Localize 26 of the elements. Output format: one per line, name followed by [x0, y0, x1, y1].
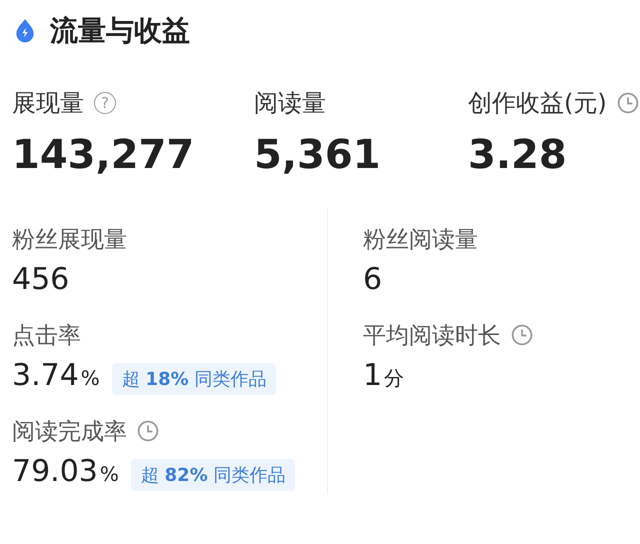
- stat-value: 3.74: [12, 358, 79, 393]
- stat-value: 6: [363, 262, 382, 297]
- help-icon[interactable]: ?: [94, 92, 116, 114]
- stat-label: 阅读完成率: [12, 418, 127, 446]
- stat-value: 1: [363, 358, 382, 393]
- stat-label: 粉丝展现量: [12, 226, 127, 254]
- stat-value: 456: [12, 262, 70, 297]
- clock-icon[interactable]: [511, 324, 533, 346]
- stat-label: 平均阅读时长: [363, 322, 501, 350]
- stat-unit: 分: [384, 365, 404, 392]
- stat-value: 3.28: [468, 131, 568, 180]
- stat-label: 阅读量: [254, 88, 326, 119]
- stat-label: 粉丝阅读量: [363, 226, 478, 254]
- comparison-tag: 超 82% 同类作品: [130, 459, 296, 491]
- comparison-tag: 超 18% 同类作品: [112, 363, 276, 395]
- clock-icon[interactable]: [137, 420, 159, 442]
- stat-value: 5,361: [254, 131, 382, 180]
- stat-value: 143,277: [12, 131, 196, 180]
- stat-label: 创作收益(元): [468, 88, 607, 119]
- stat-unit: %: [80, 366, 100, 390]
- section-title: 流量与收益: [50, 13, 190, 49]
- stat-label: 展现量: [12, 88, 84, 119]
- stat-label: 点击率: [12, 322, 81, 350]
- stat-unit: %: [100, 462, 119, 486]
- stat-value: 79.03: [12, 454, 98, 489]
- clock-icon[interactable]: [616, 92, 639, 114]
